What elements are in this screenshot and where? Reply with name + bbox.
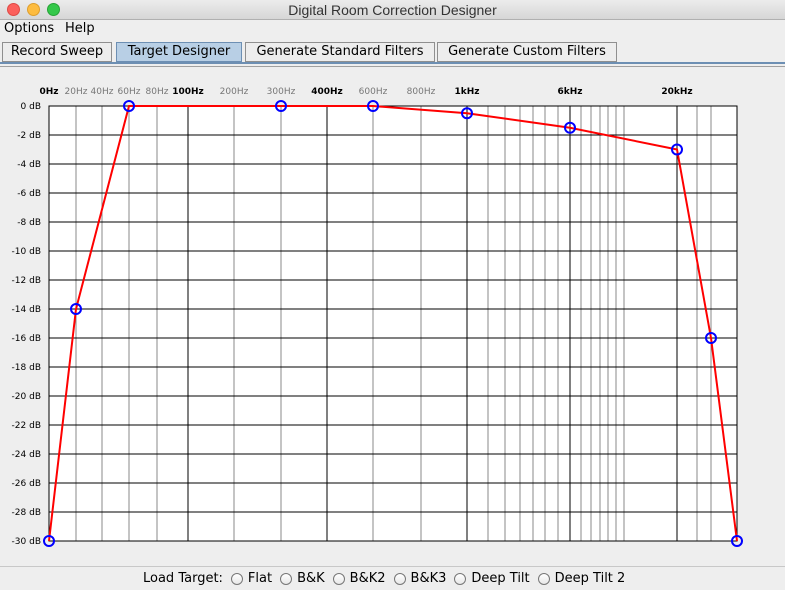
- y-tick-label: -18 dB: [12, 363, 41, 373]
- radio-circle-icon[interactable]: [230, 572, 243, 585]
- y-tick-label: -22 dB: [12, 421, 41, 431]
- y-tick-label: -30 dB: [12, 537, 41, 547]
- radio-label: Flat: [247, 571, 273, 586]
- x-tick-label: 100Hz: [172, 87, 204, 97]
- radio-bk[interactable]: B&K: [280, 571, 325, 586]
- plot-area[interactable]: [49, 106, 737, 541]
- tab-target-designer[interactable]: Target Designer: [116, 42, 242, 62]
- tab-record-sweep[interactable]: Record Sweep: [2, 42, 112, 62]
- minimize-window-button[interactable]: [27, 3, 40, 16]
- radio-label: B&K3: [410, 571, 447, 586]
- window-title: Digital Room Correction Designer: [288, 2, 497, 18]
- radio-deep-tilt[interactable]: Deep Tilt: [454, 571, 530, 586]
- tab-generate-standard-filters[interactable]: Generate Standard Filters: [245, 42, 435, 62]
- radio-circle-icon[interactable]: [454, 572, 467, 585]
- radio-flat[interactable]: Flat: [230, 571, 273, 586]
- load-target-bar: Load Target: Flat B&K B&K2 B&K3 Deep Til…: [0, 566, 785, 590]
- y-tick-label: -4 dB: [17, 160, 41, 170]
- x-tick-label: 20kHz: [661, 87, 692, 97]
- x-tick-label: 60Hz: [118, 87, 141, 97]
- x-tick-label: 80Hz: [146, 87, 169, 97]
- title-bar: Digital Room Correction Designer: [0, 0, 785, 20]
- y-tick-label: -8 dB: [17, 218, 41, 228]
- x-tick-label: 1kHz: [454, 87, 479, 97]
- y-tick-label: -10 dB: [12, 247, 41, 257]
- close-window-button[interactable]: [7, 3, 20, 16]
- y-tick-label: -12 dB: [12, 276, 41, 286]
- radio-circle-icon[interactable]: [332, 572, 345, 585]
- x-tick-label: 6kHz: [557, 87, 582, 97]
- y-tick-label: 0 dB: [21, 102, 41, 112]
- radio-bk2[interactable]: B&K2: [332, 571, 386, 586]
- app-window: Digital Room Correction Designer Options…: [0, 0, 785, 590]
- radio-circle-icon[interactable]: [280, 572, 293, 585]
- y-tick-label: -26 dB: [12, 479, 41, 489]
- x-axis-labels: 0Hz 20Hz 40Hz 60Hz 80Hz 100Hz 200Hz 300Hz 400Hz 6…: [39, 87, 692, 97]
- y-tick-label: -2 dB: [17, 131, 41, 141]
- x-tick-label: 200Hz: [220, 87, 249, 97]
- radio-circle-icon[interactable]: [537, 572, 550, 585]
- x-tick-label: 600Hz: [359, 87, 388, 97]
- radio-label: Deep Tilt: [471, 571, 530, 586]
- y-tick-label: -28 dB: [12, 508, 41, 518]
- zoom-window-button[interactable]: [47, 3, 60, 16]
- menu-options[interactable]: Options: [4, 21, 54, 36]
- y-tick-label: -6 dB: [17, 189, 41, 199]
- radio-bk3[interactable]: B&K3: [393, 571, 447, 586]
- load-target-label: Load Target:: [143, 571, 223, 586]
- x-tick-label: 40Hz: [91, 87, 114, 97]
- y-tick-label: -24 dB: [12, 450, 41, 460]
- radio-circle-icon[interactable]: [393, 572, 406, 585]
- y-tick-label: -16 dB: [12, 334, 41, 344]
- x-tick-label: 0Hz: [39, 87, 58, 97]
- x-tick-label: 400Hz: [311, 87, 343, 97]
- radio-label: B&K2: [349, 571, 386, 586]
- radio-label: Deep Tilt 2: [554, 571, 626, 586]
- tab-generate-custom-filters[interactable]: Generate Custom Filters: [437, 42, 617, 62]
- target-curve-chart[interactable]: 0Hz 20Hz 40Hz 60Hz 80Hz 100Hz 200Hz 300Hz 400Hz 6…: [0, 66, 785, 566]
- tab-divider: [0, 62, 785, 64]
- x-tick-label: 20Hz: [65, 87, 88, 97]
- tab-strip: Record Sweep Target Designer Generate St…: [0, 41, 785, 63]
- y-tick-label: -20 dB: [12, 392, 41, 402]
- menu-bar: Options Help: [0, 20, 785, 39]
- y-tick-label: -14 dB: [12, 305, 41, 315]
- radio-label: B&K: [297, 571, 325, 586]
- x-tick-label: 300Hz: [267, 87, 296, 97]
- y-axis-labels: 0 dB -2 dB -4 dB -6 dB -8 dB -10 dB -12 dB -14 …: [12, 102, 41, 547]
- x-tick-label: 800Hz: [407, 87, 436, 97]
- radio-deep-tilt-2[interactable]: Deep Tilt 2: [537, 571, 626, 586]
- menu-help[interactable]: Help: [65, 21, 95, 36]
